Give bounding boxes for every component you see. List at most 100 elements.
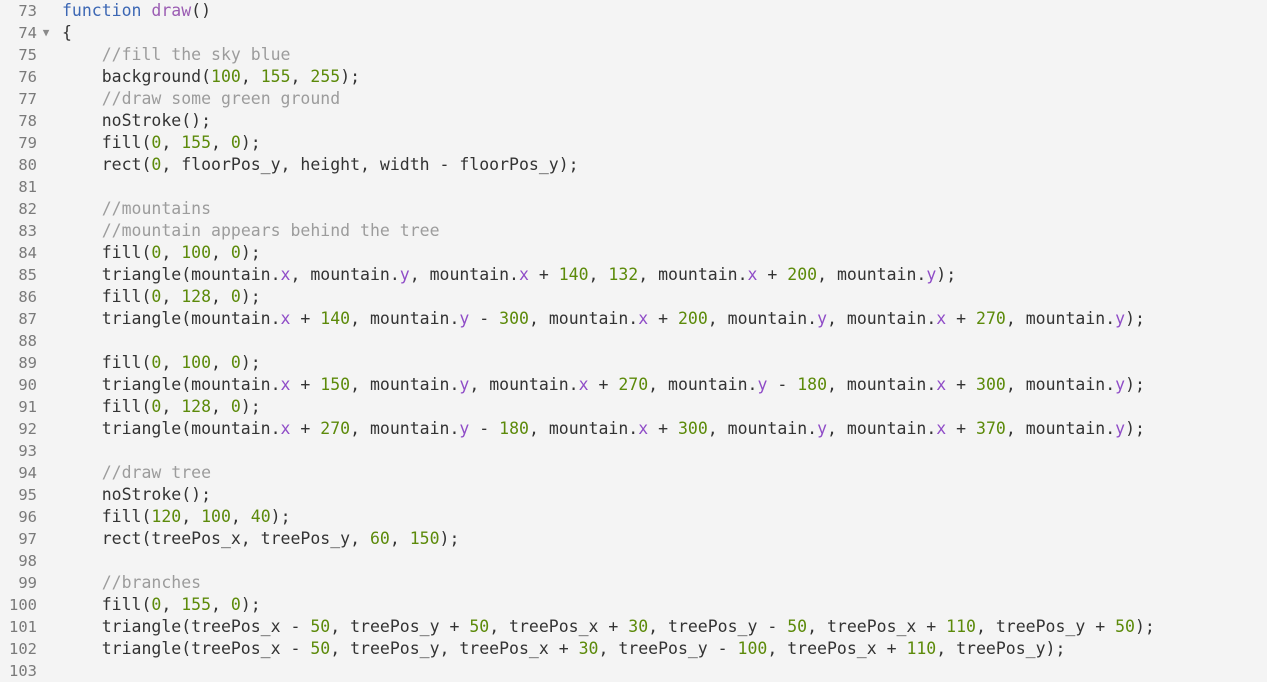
- code-text: noStroke();: [62, 484, 211, 506]
- fold-toggle-icon[interactable]: ▼: [40, 22, 52, 44]
- code-token: , mountain.: [817, 265, 927, 284]
- code-token: 0: [230, 287, 241, 306]
- code-token: +: [648, 419, 678, 438]
- code-token: , mountain.: [350, 309, 460, 328]
- code-line[interactable]: 78 noStroke();: [0, 110, 1267, 132]
- code-line[interactable]: 81: [0, 176, 1267, 198]
- code-line[interactable]: 92 triangle(mountain.x + 270, mountain.y…: [0, 418, 1267, 440]
- code-line[interactable]: 77 //draw some green ground: [0, 88, 1267, 110]
- code-token: 110: [946, 617, 976, 636]
- code-line[interactable]: 91 fill(0, 128, 0);: [0, 396, 1267, 418]
- code-token: , treePos_x +: [767, 639, 907, 658]
- line-number: 102: [9, 640, 37, 658]
- code-token: 200: [677, 309, 708, 328]
- code-token: );: [1125, 419, 1145, 438]
- code-line[interactable]: 98: [0, 550, 1267, 572]
- code-token: //draw some green ground: [101, 89, 341, 108]
- code-token: , mountain.: [707, 419, 818, 438]
- code-token: fill(: [62, 397, 152, 416]
- code-token: +: [528, 265, 559, 284]
- code-text: rect(0, floorPos_y, height, width - floo…: [62, 154, 579, 176]
- code-line[interactable]: 100 fill(0, 155, 0);: [0, 594, 1267, 616]
- code-token: );: [240, 243, 261, 262]
- code-text: triangle(mountain.x, mountain.y, mountai…: [62, 264, 956, 286]
- code-line[interactable]: 86 fill(0, 128, 0);: [0, 286, 1267, 308]
- code-token: 0: [151, 155, 162, 174]
- code-text: fill(0, 100, 0);: [62, 242, 261, 264]
- code-line[interactable]: 73 function draw(): [0, 0, 1267, 22]
- code-line[interactable]: 89 fill(0, 100, 0);: [0, 352, 1267, 374]
- code-line[interactable]: 96 fill(120, 100, 40);: [0, 506, 1267, 528]
- code-line[interactable]: 79 fill(0, 155, 0);: [0, 132, 1267, 154]
- code-text: triangle(mountain.x + 140, mountain.y - …: [62, 308, 1145, 330]
- code-token: );: [270, 507, 291, 526]
- code-token: ,: [161, 353, 182, 372]
- code-token: ,: [161, 397, 182, 416]
- code-line[interactable]: 93: [0, 440, 1267, 462]
- code-text: //mountains: [62, 198, 211, 220]
- code-line[interactable]: 88: [0, 330, 1267, 352]
- code-token: );: [439, 529, 460, 548]
- code-token: 140: [320, 309, 351, 328]
- line-number: 92: [18, 420, 37, 438]
- code-line[interactable]: 94 //draw tree: [0, 462, 1267, 484]
- code-token: 132: [608, 265, 639, 284]
- code-editor[interactable]: 73 function draw() 74 ▼ {75 //fill the sky b…: [0, 0, 1267, 681]
- code-line[interactable]: 75 //fill the sky blue: [0, 44, 1267, 66]
- code-line[interactable]: 99 //branches: [0, 572, 1267, 594]
- code-line[interactable]: 74 ▼ {: [0, 22, 1267, 44]
- code-token: , mountain.: [827, 375, 937, 394]
- code-line[interactable]: 85 triangle(mountain.x, mountain.y, moun…: [0, 264, 1267, 286]
- line-number: 103: [9, 662, 37, 680]
- code-token: , mountain.: [1005, 309, 1116, 328]
- code-token: -: [469, 309, 500, 328]
- code-token: 300: [976, 375, 1006, 394]
- code-token: , mountain.: [707, 309, 818, 328]
- code-token: 0: [230, 353, 241, 372]
- line-number: 87: [18, 310, 37, 328]
- code-token: 110: [906, 639, 937, 658]
- code-line[interactable]: 76 background(100, 155, 255);: [0, 66, 1267, 88]
- line-number: 98: [18, 552, 37, 570]
- code-token: 0: [230, 243, 241, 262]
- code-token: y: [459, 419, 470, 438]
- code-line[interactable]: 80 rect(0, floorPos_y, height, width - f…: [0, 154, 1267, 176]
- code-token: //fill the sky blue: [101, 45, 291, 64]
- code-token: , mountain.: [290, 265, 400, 284]
- code-token: x: [280, 309, 291, 328]
- code-token: , mountain.: [350, 375, 460, 394]
- code-line[interactable]: 82 //mountains: [0, 198, 1267, 220]
- code-token: , mountain.: [827, 309, 937, 328]
- code-line[interactable]: 102 triangle(treePos_x - 50, treePos_y, …: [0, 638, 1267, 660]
- code-line[interactable]: 87 triangle(mountain.x + 140, mountain.y…: [0, 308, 1267, 330]
- code-token: y: [459, 375, 470, 394]
- line-number: 88: [18, 332, 37, 350]
- code-token: ,: [211, 353, 231, 372]
- code-token: 100: [181, 243, 212, 262]
- code-text: triangle(mountain.x + 270, mountain.y - …: [62, 418, 1145, 440]
- code-line[interactable]: 103: [0, 660, 1267, 682]
- code-token: ,: [161, 133, 182, 152]
- code-token: -: [767, 375, 798, 394]
- code-token: , treePos_y);: [936, 639, 1066, 658]
- code-line[interactable]: 84 fill(0, 100, 0);: [0, 242, 1267, 264]
- code-token: x: [638, 309, 649, 328]
- code-token: 300: [677, 419, 708, 438]
- line-number: 82: [18, 200, 37, 218]
- line-number: 100: [9, 596, 37, 614]
- code-token: y: [399, 265, 410, 284]
- code-line[interactable]: 97 rect(treePos_x, treePos_y, 60, 150);: [0, 528, 1267, 550]
- code-line[interactable]: 101 triangle(treePos_x - 50, treePos_y +…: [0, 616, 1267, 638]
- line-number: 81: [18, 178, 37, 196]
- code-line[interactable]: 95 noStroke();: [0, 484, 1267, 506]
- code-text: fill(0, 155, 0);: [62, 132, 261, 154]
- code-token: x: [936, 419, 947, 438]
- line-number: 97: [18, 530, 37, 548]
- code-text: fill(120, 100, 40);: [62, 506, 291, 528]
- code-line[interactable]: 90 triangle(mountain.x + 150, mountain.y…: [0, 374, 1267, 396]
- code-token: , treePos_x +: [489, 617, 629, 636]
- code-token: triangle(mountain.: [62, 375, 281, 394]
- code-line[interactable]: 83 //mountain appears behind the tree: [0, 220, 1267, 242]
